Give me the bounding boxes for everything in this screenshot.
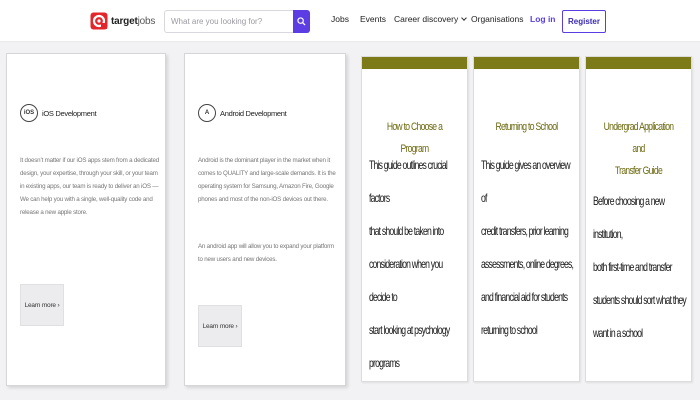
card-title: iOS Development (42, 109, 97, 118)
guide-description: This guide gives an overview of credit t… (481, 158, 574, 337)
guide-description: Before choosing a new institution, both … (593, 194, 687, 340)
guide-card-header-bar (586, 57, 691, 69)
android-development-card: A Android Development Android is the dom… (184, 53, 346, 386)
card-title: Android Development (220, 109, 287, 118)
guide-description: This guide outlines crucial factors that… (369, 158, 450, 370)
ios-icon: iOS (20, 104, 38, 122)
chevron-down-icon (461, 15, 468, 21)
ios-development-card: iOS iOS Development It doesn’t matter if… (6, 53, 166, 386)
guide-title: Undergrad Application and Transfer Guide (603, 121, 674, 177)
guide-card-header-bar (474, 57, 579, 69)
nav-career-discovery-label: Career discovery (394, 14, 459, 24)
guide-card-returning-to-school[interactable]: Returning to School This guide gives an … (473, 56, 580, 382)
login-link[interactable]: Log in (530, 14, 556, 24)
guide-card-undergrad-application[interactable]: Undergrad Application and Transfer Guide… (585, 56, 692, 382)
card-description-extra: An android app will allow you to expand … (198, 243, 334, 263)
learn-more-button[interactable]: Learn more › (20, 284, 64, 326)
top-navigation-bar: targetjobs Jobs Events Career discovery … (0, 0, 700, 42)
guide-title: Returning to School (495, 121, 558, 133)
search-icon (297, 17, 306, 26)
learn-more-button[interactable]: Learn more › (198, 305, 242, 347)
nav-events[interactable]: Events (360, 14, 386, 24)
nav-career-discovery[interactable]: Career discovery (394, 14, 468, 24)
logo-mark-icon (90, 12, 108, 30)
search-button[interactable] (293, 10, 310, 33)
search-input[interactable] (165, 11, 293, 32)
search-box (164, 10, 310, 33)
logo-wordmark: targetjobs (111, 15, 156, 27)
targetjobs-logo[interactable]: targetjobs (90, 10, 158, 32)
android-icon: A (198, 104, 216, 122)
nav-organisations[interactable]: Organisations (471, 14, 523, 24)
card-description: It doesn’t matter if our iOS apps stem f… (20, 157, 159, 216)
nav-jobs[interactable]: Jobs (331, 14, 349, 24)
guide-card-choose-program[interactable]: How to Choose a Program This guide outli… (361, 56, 468, 382)
guide-card-header-bar (362, 57, 467, 69)
card-description: Android is the dominant player in the ma… (198, 157, 336, 203)
register-button[interactable]: Register (562, 10, 606, 33)
